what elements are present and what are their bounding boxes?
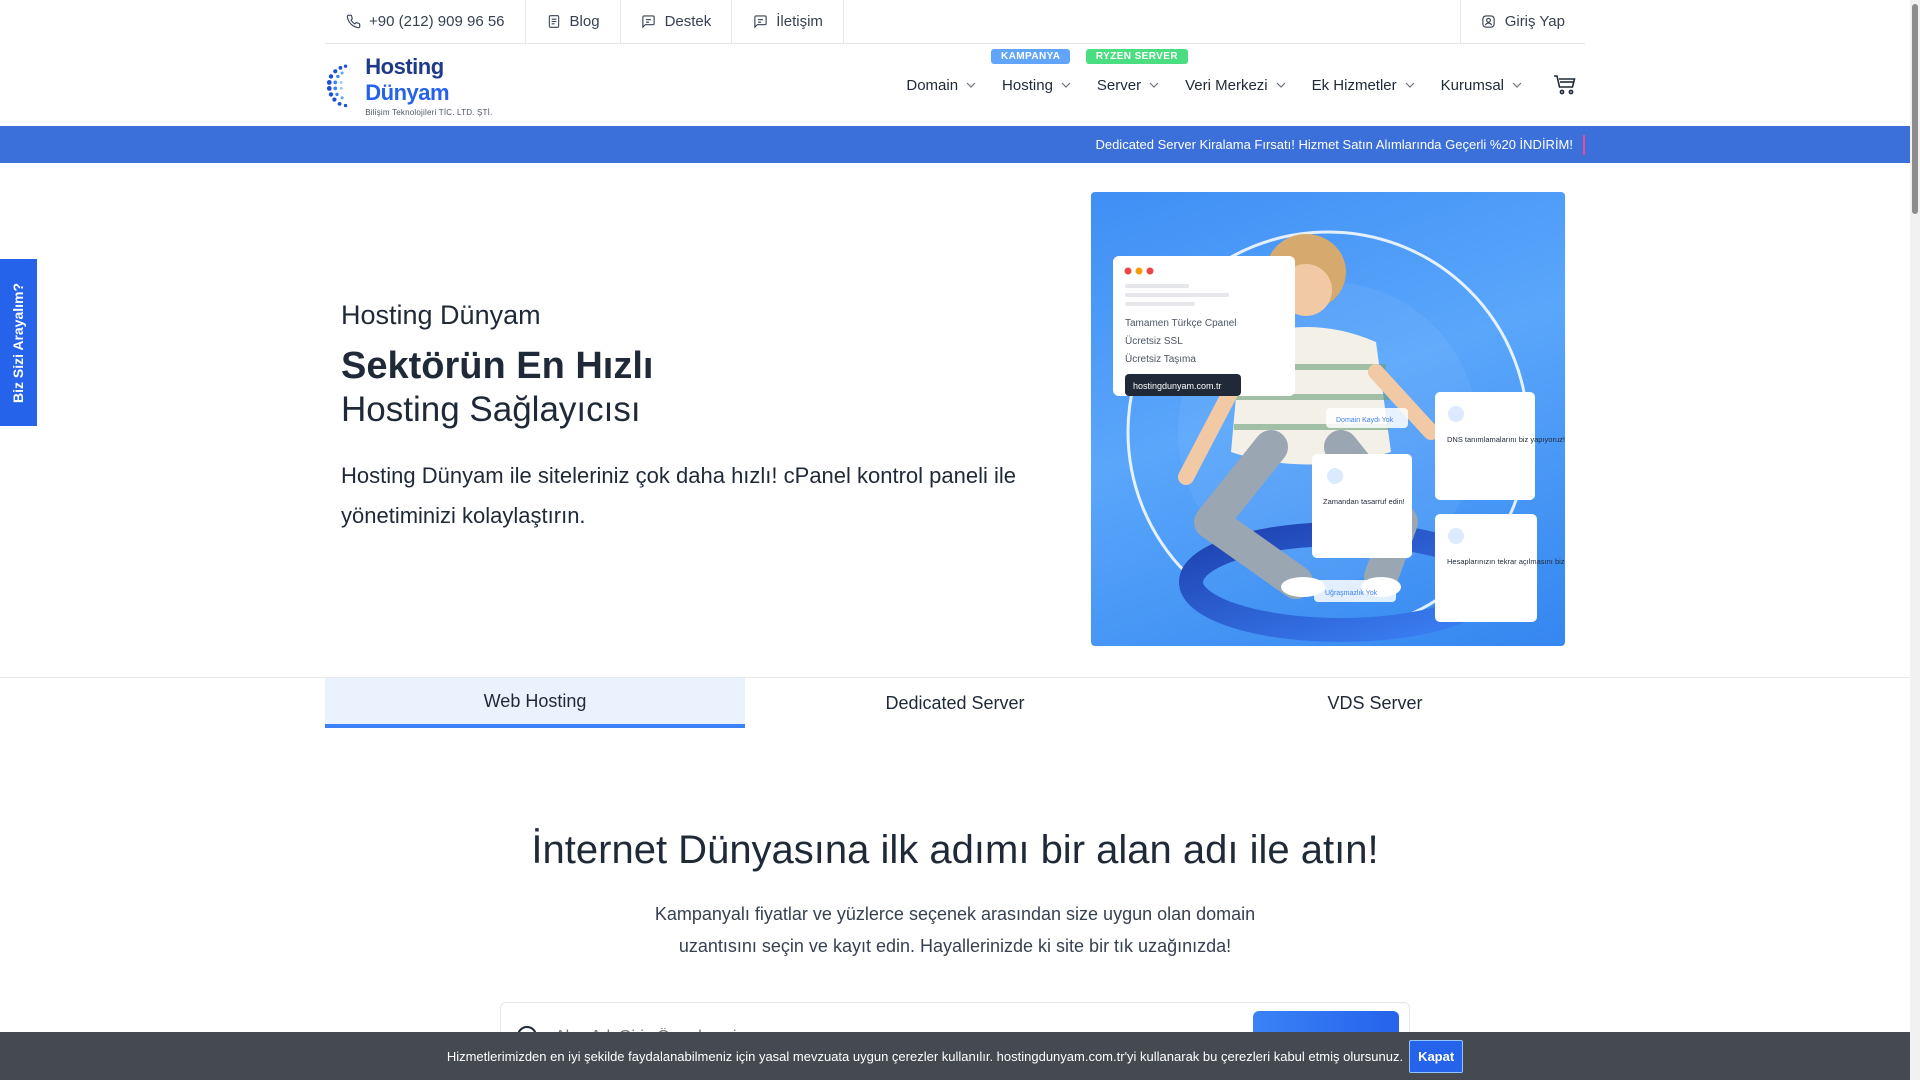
- chevron-down-icon: [966, 80, 976, 90]
- time-card-text: Zamandan tasarruf edin!: [1323, 497, 1405, 506]
- nav-extra-services-label: Ek Hizmetler: [1311, 76, 1397, 94]
- nav-corporate-label: Kurumsal: [1440, 76, 1504, 94]
- announcement-bar: Dedicated Server Kiralama Fırsatı! Hizme…: [0, 126, 1910, 163]
- support-link[interactable]: Destek: [621, 0, 733, 43]
- nav-extra-services[interactable]: Ek Hizmetler: [1299, 65, 1428, 105]
- nav-data-center-label: Veri Merkezi: [1185, 76, 1268, 94]
- chevron-down-icon: [1405, 80, 1415, 90]
- card1-line1: Tamamen Türkçe Cpanel: [1125, 318, 1237, 329]
- feature-card-main: Tamamen Türkçe Cpanel Ücretsiz SSL Ücret…: [1113, 256, 1295, 396]
- cart-icon: [1554, 75, 1576, 95]
- user-circle-icon: [1481, 14, 1497, 30]
- domain-desc-line2: uzantısını seçin ve kayıt edin. Hayaller…: [678, 936, 1232, 956]
- phone-icon: [345, 14, 361, 30]
- main-header: Hosting Dünyam Bilişim Teknolojileri TİC…: [325, 44, 1585, 126]
- tab-dedicated-server[interactable]: Dedicated Server: [745, 678, 1165, 728]
- contact-link[interactable]: İletişim: [732, 0, 844, 43]
- phone-number: +90 (212) 909 96 56: [369, 13, 505, 30]
- campaign-badge: KAMPANYA: [991, 49, 1071, 64]
- card1-line2: Ücretsiz SSL: [1125, 335, 1183, 347]
- tab-vds-server[interactable]: VDS Server: [1165, 678, 1585, 728]
- cookie-banner: Hizmetlerimizden en iyi şekilde faydalan…: [0, 1032, 1910, 1080]
- nav-hosting[interactable]: KAMPANYA Hosting: [989, 49, 1084, 105]
- accounts-card-text: Hesaplarınızın tekrar açılmasını biz yap…: [1447, 557, 1565, 566]
- domain-desc-line1: Kampanyalı fiyatlar ve yüzlerce seçenek …: [654, 904, 1256, 924]
- tab-web-hosting[interactable]: Web Hosting: [325, 678, 745, 728]
- document-icon: [546, 14, 562, 30]
- nav-data-center[interactable]: Veri Merkezi: [1172, 65, 1299, 105]
- hero-subtitle: Hosting Sağlayıcısı: [341, 390, 641, 429]
- top-bar: +90 (212) 909 96 56 Blog Destek İletişim…: [325, 0, 1585, 44]
- announcement-divider: [1583, 134, 1585, 155]
- dns-card-text: DNS tanımlamalarını biz yapıyoruz!: [1447, 435, 1565, 444]
- cookie-text: Hizmetlerimizden en iyi şekilde faydalan…: [446, 1048, 1404, 1064]
- chevron-down-icon: [1149, 80, 1159, 90]
- main-nav: Domain KAMPANYA Hosting RYZEN SERVER Ser…: [893, 49, 1585, 105]
- blog-link[interactable]: Blog: [526, 0, 621, 43]
- callback-side-tab-label: Biz Sizi Arayalım?: [10, 282, 27, 403]
- pill1-text: Domain Kaydı Yok: [1336, 417, 1394, 424]
- logo[interactable]: Hosting Dünyam Bilişim Teknolojileri TİC…: [325, 50, 525, 120]
- product-tabs: Web Hosting Dedicated Server VDS Server: [325, 678, 1585, 728]
- hero-illustration: Tamamen Türkçe Cpanel Ücretsiz SSL Ücret…: [1091, 192, 1565, 646]
- cart-button[interactable]: [1545, 65, 1585, 105]
- chat-icon: [641, 14, 657, 30]
- contact-label: İletişim: [776, 13, 823, 30]
- pill2-text: Uğraşmazlık Yok: [1325, 590, 1378, 597]
- callback-side-tab[interactable]: Biz Sizi Arayalım?: [0, 259, 37, 426]
- domain-section-description: Kampanyalı fiyatlar ve yüzlerce seçenek …: [0, 898, 1910, 962]
- logo-name-part2: Dünyam: [365, 79, 450, 105]
- accounts-card: Hesaplarınızın tekrar açılmasını biz yap…: [1435, 514, 1565, 622]
- hero-kicker: Hosting Dünyam: [341, 300, 541, 330]
- hero-title: Sektörün En Hızlı: [341, 345, 654, 387]
- logo-subtitle: Bilişim Teknolojileri TİC. LTD. ŞTİ.: [365, 107, 493, 117]
- nav-hosting-label: Hosting: [1002, 76, 1053, 94]
- login-link[interactable]: Giriş Yap: [1459, 0, 1585, 43]
- support-label: Destek: [664, 13, 712, 30]
- card1-url: hostingdunyam.com.tr: [1133, 381, 1222, 391]
- phone-link[interactable]: +90 (212) 909 96 56: [325, 0, 526, 43]
- card1-line3: Ücretsiz Taşıma: [1125, 353, 1196, 365]
- nav-domain[interactable]: Domain: [893, 65, 989, 105]
- time-card: Zamandan tasarruf edin!: [1312, 454, 1412, 558]
- nav-corporate[interactable]: Kurumsal: [1428, 65, 1535, 105]
- message-icon: [752, 14, 768, 30]
- ryzen-badge: RYZEN SERVER: [1085, 49, 1188, 64]
- no-hassle-pill: Uğraşmazlık Yok: [1314, 580, 1396, 602]
- chevron-down-icon: [1061, 80, 1071, 90]
- logo-name-part1: Hosting: [365, 53, 444, 79]
- login-label: Giriş Yap: [1504, 13, 1565, 30]
- logo-globe-icon: [326, 64, 348, 108]
- dns-card: DNS tanımlamalarını biz yapıyoruz!: [1435, 392, 1565, 500]
- domain-section-title: İnternet Dünyasına ilk adımı bir alan ad…: [531, 828, 1379, 872]
- announcement-text[interactable]: Dedicated Server Kiralama Fırsatı! Hizme…: [1095, 137, 1573, 152]
- chevron-down-icon: [1512, 80, 1522, 90]
- domain-pill: Domain Kaydı Yok: [1326, 408, 1408, 428]
- hero-text: Hosting Dünyam Sektörün En Hızlı Hosting…: [341, 300, 1061, 536]
- blog-label: Blog: [569, 13, 600, 30]
- page-scrollbar[interactable]: [1910, 0, 1920, 1080]
- nav-domain-label: Domain: [906, 76, 959, 94]
- nav-server[interactable]: RYZEN SERVER Server: [1084, 49, 1188, 105]
- nav-server-label: Server: [1096, 76, 1142, 94]
- chevron-down-icon: [1276, 80, 1286, 90]
- cookie-close-button[interactable]: Kapat: [1409, 1039, 1464, 1073]
- scrollbar-thumb[interactable]: [1912, 4, 1918, 214]
- hero-description: Hosting Dünyam ile siteleriniz çok daha …: [341, 463, 1017, 528]
